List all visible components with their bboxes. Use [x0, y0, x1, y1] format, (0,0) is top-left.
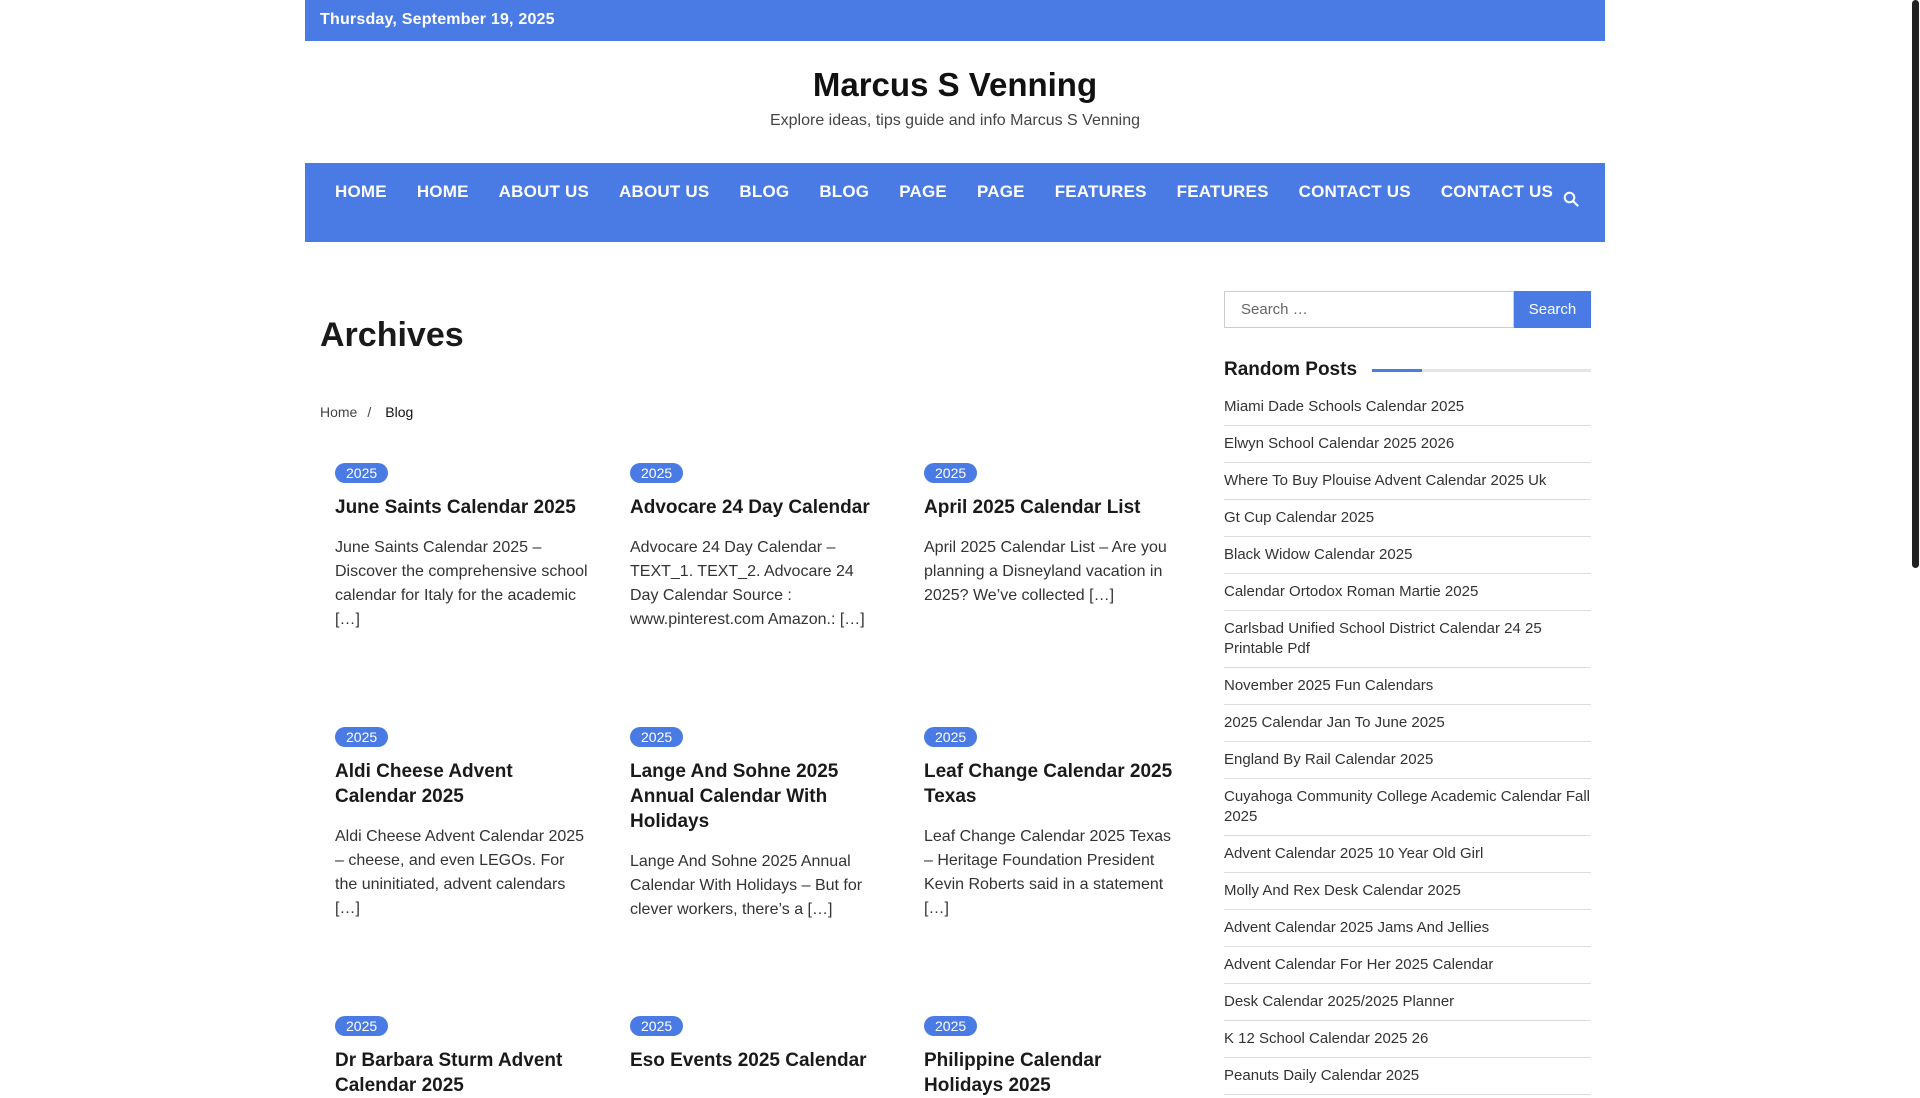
breadcrumb-separator: / [367, 404, 372, 420]
post-card: 2025 Advocare 24 Day Calendar Advocare 2… [630, 463, 886, 632]
post-card: 2025 Dr Barbara Sturm Advent Calendar 20… [335, 1016, 591, 1098]
nav-item-blog[interactable]: BLOG [739, 182, 789, 202]
random-post-link[interactable]: Advent Calendar 2025 Jams And Jellies [1224, 910, 1591, 947]
main-navigation: HOME HOME ABOUT US ABOUT US BLOG BLOG PA… [305, 163, 1605, 242]
category-badge[interactable]: 2025 [630, 1016, 684, 1036]
search-button[interactable]: Search [1514, 291, 1591, 328]
post-title[interactable]: Aldi Cheese Advent Calendar 2025 [335, 759, 591, 809]
page-title: Archives [320, 316, 464, 354]
post-excerpt: April 2025 Calendar List – Are you plann… [924, 539, 1167, 604]
random-post-link[interactable]: K 12 School Calendar 2025 26 [1224, 1021, 1591, 1058]
random-post-link[interactable]: Molly And Rex Desk Calendar 2025 [1224, 873, 1591, 910]
nav-item-features[interactable]: FEATURES [1177, 182, 1269, 202]
nav-item-features[interactable]: FEATURES [1055, 182, 1147, 202]
category-badge[interactable]: 2025 [630, 463, 684, 483]
random-post-link[interactable]: Miami Dade Schools Calendar 2025 [1224, 389, 1591, 426]
post-card: 2025 Leaf Change Calendar 2025 Texas Lea… [924, 727, 1180, 921]
search-icon[interactable] [1563, 191, 1585, 213]
post-excerpt: Aldi Cheese Advent Calendar 2025 – chees… [335, 828, 585, 917]
post-card: 2025 Lange And Sohne 2025 Annual Calenda… [630, 727, 886, 922]
breadcrumb-current: Blog [385, 404, 414, 420]
category-badge[interactable]: 2025 [924, 1016, 978, 1036]
widget-title-divider [1372, 368, 1591, 372]
sidebar: Search Random Posts Miami Dade Schools C… [1224, 291, 1591, 1095]
widget-header: Random Posts [1224, 359, 1591, 381]
post-card: 2025 April 2025 Calendar List April 2025… [924, 463, 1180, 608]
random-post-link[interactable]: Gt Cup Calendar 2025 [1224, 500, 1591, 537]
current-date: Thursday, September 19, 2025 [320, 11, 555, 28]
random-post-link[interactable]: Desk Calendar 2025/2025 Planner [1224, 984, 1591, 1021]
nav-item-contact-us[interactable]: CONTACT US [1299, 182, 1411, 202]
random-post-link[interactable]: 2025 Calendar Jan To June 2025 [1224, 705, 1591, 742]
post-card: 2025 June Saints Calendar 2025 June Sain… [335, 463, 591, 632]
breadcrumb: Home / Blog [320, 404, 413, 420]
post-excerpt: Leaf Change Calendar 2025 Texas – Herita… [924, 828, 1171, 917]
random-post-link[interactable]: Peanuts Daily Calendar 2025 [1224, 1058, 1591, 1095]
random-post-link[interactable]: November 2025 Fun Calendars [1224, 668, 1591, 705]
nav-menu: HOME HOME ABOUT US ABOUT US BLOG BLOG PA… [335, 182, 1583, 202]
post-title[interactable]: Advocare 24 Day Calendar [630, 495, 886, 520]
post-excerpt: Lange And Sohne 2025 Annual Calendar Wit… [630, 853, 863, 918]
category-badge[interactable]: 2025 [630, 727, 684, 747]
nav-item-home[interactable]: HOME [417, 182, 469, 202]
site-title[interactable]: Marcus S Venning [305, 66, 1605, 104]
category-badge[interactable]: 2025 [335, 727, 389, 747]
random-post-link[interactable]: Calendar Ortodox Roman Martie 2025 [1224, 574, 1591, 611]
post-title[interactable]: Leaf Change Calendar 2025 Texas [924, 759, 1180, 809]
random-post-link[interactable]: Advent Calendar For Her 2025 Calendar [1224, 947, 1591, 984]
nav-item-about-us[interactable]: ABOUT US [499, 182, 589, 202]
post-title[interactable]: June Saints Calendar 2025 [335, 495, 591, 520]
post-title[interactable]: April 2025 Calendar List [924, 495, 1180, 520]
random-post-link[interactable]: Carlsbad Unified School District Calenda… [1224, 611, 1591, 668]
search-form: Search [1224, 291, 1591, 328]
random-post-link[interactable]: Cuyahoga Community College Academic Cale… [1224, 779, 1591, 836]
nav-item-home[interactable]: HOME [335, 182, 387, 202]
top-bar: Thursday, September 19, 2025 [305, 0, 1605, 41]
post-card: 2025 Eso Events 2025 Calendar [630, 1016, 886, 1073]
post-title[interactable]: Lange And Sohne 2025 Annual Calendar Wit… [630, 759, 886, 834]
random-post-link[interactable]: Black Widow Calendar 2025 [1224, 537, 1591, 574]
search-input[interactable] [1224, 291, 1514, 328]
random-post-link[interactable]: England By Rail Calendar 2025 [1224, 742, 1591, 779]
post-title[interactable]: Philippine Calendar Holidays 2025 [924, 1048, 1180, 1098]
scrollbar-thumb[interactable] [1912, 0, 1919, 568]
category-badge[interactable]: 2025 [924, 463, 978, 483]
nav-item-blog[interactable]: BLOG [819, 182, 869, 202]
post-excerpt: Advocare 24 Day Calendar – TEXT_1. TEXT_… [630, 539, 865, 628]
category-badge[interactable]: 2025 [335, 1016, 389, 1036]
nav-item-about-us[interactable]: ABOUT US [619, 182, 709, 202]
random-posts-list: Miami Dade Schools Calendar 2025 Elwyn S… [1224, 389, 1591, 1095]
post-card: 2025 Aldi Cheese Advent Calendar 2025 Al… [335, 727, 591, 921]
widget-title: Random Posts [1224, 359, 1358, 380]
random-post-link[interactable]: Where To Buy Plouise Advent Calendar 202… [1224, 463, 1591, 500]
nav-item-contact-us[interactable]: CONTACT US [1441, 182, 1553, 202]
category-badge[interactable]: 2025 [335, 463, 389, 483]
post-title[interactable]: Eso Events 2025 Calendar [630, 1048, 886, 1073]
nav-item-page[interactable]: PAGE [899, 182, 947, 202]
category-badge[interactable]: 2025 [924, 727, 978, 747]
page-scrollbar[interactable] [1910, 0, 1920, 1080]
random-post-link[interactable]: Advent Calendar 2025 10 Year Old Girl [1224, 836, 1591, 873]
random-post-link[interactable]: Elwyn School Calendar 2025 2026 [1224, 426, 1591, 463]
nav-item-page[interactable]: PAGE [977, 182, 1025, 202]
post-title[interactable]: Dr Barbara Sturm Advent Calendar 2025 [335, 1048, 591, 1098]
post-excerpt: June Saints Calendar 2025 – Discover the… [335, 539, 588, 628]
post-card: 2025 Philippine Calendar Holidays 2025 [924, 1016, 1180, 1098]
site-description: Explore ideas, tips guide and info Marcu… [769, 112, 1140, 129]
breadcrumb-home-link[interactable]: Home [320, 404, 357, 420]
